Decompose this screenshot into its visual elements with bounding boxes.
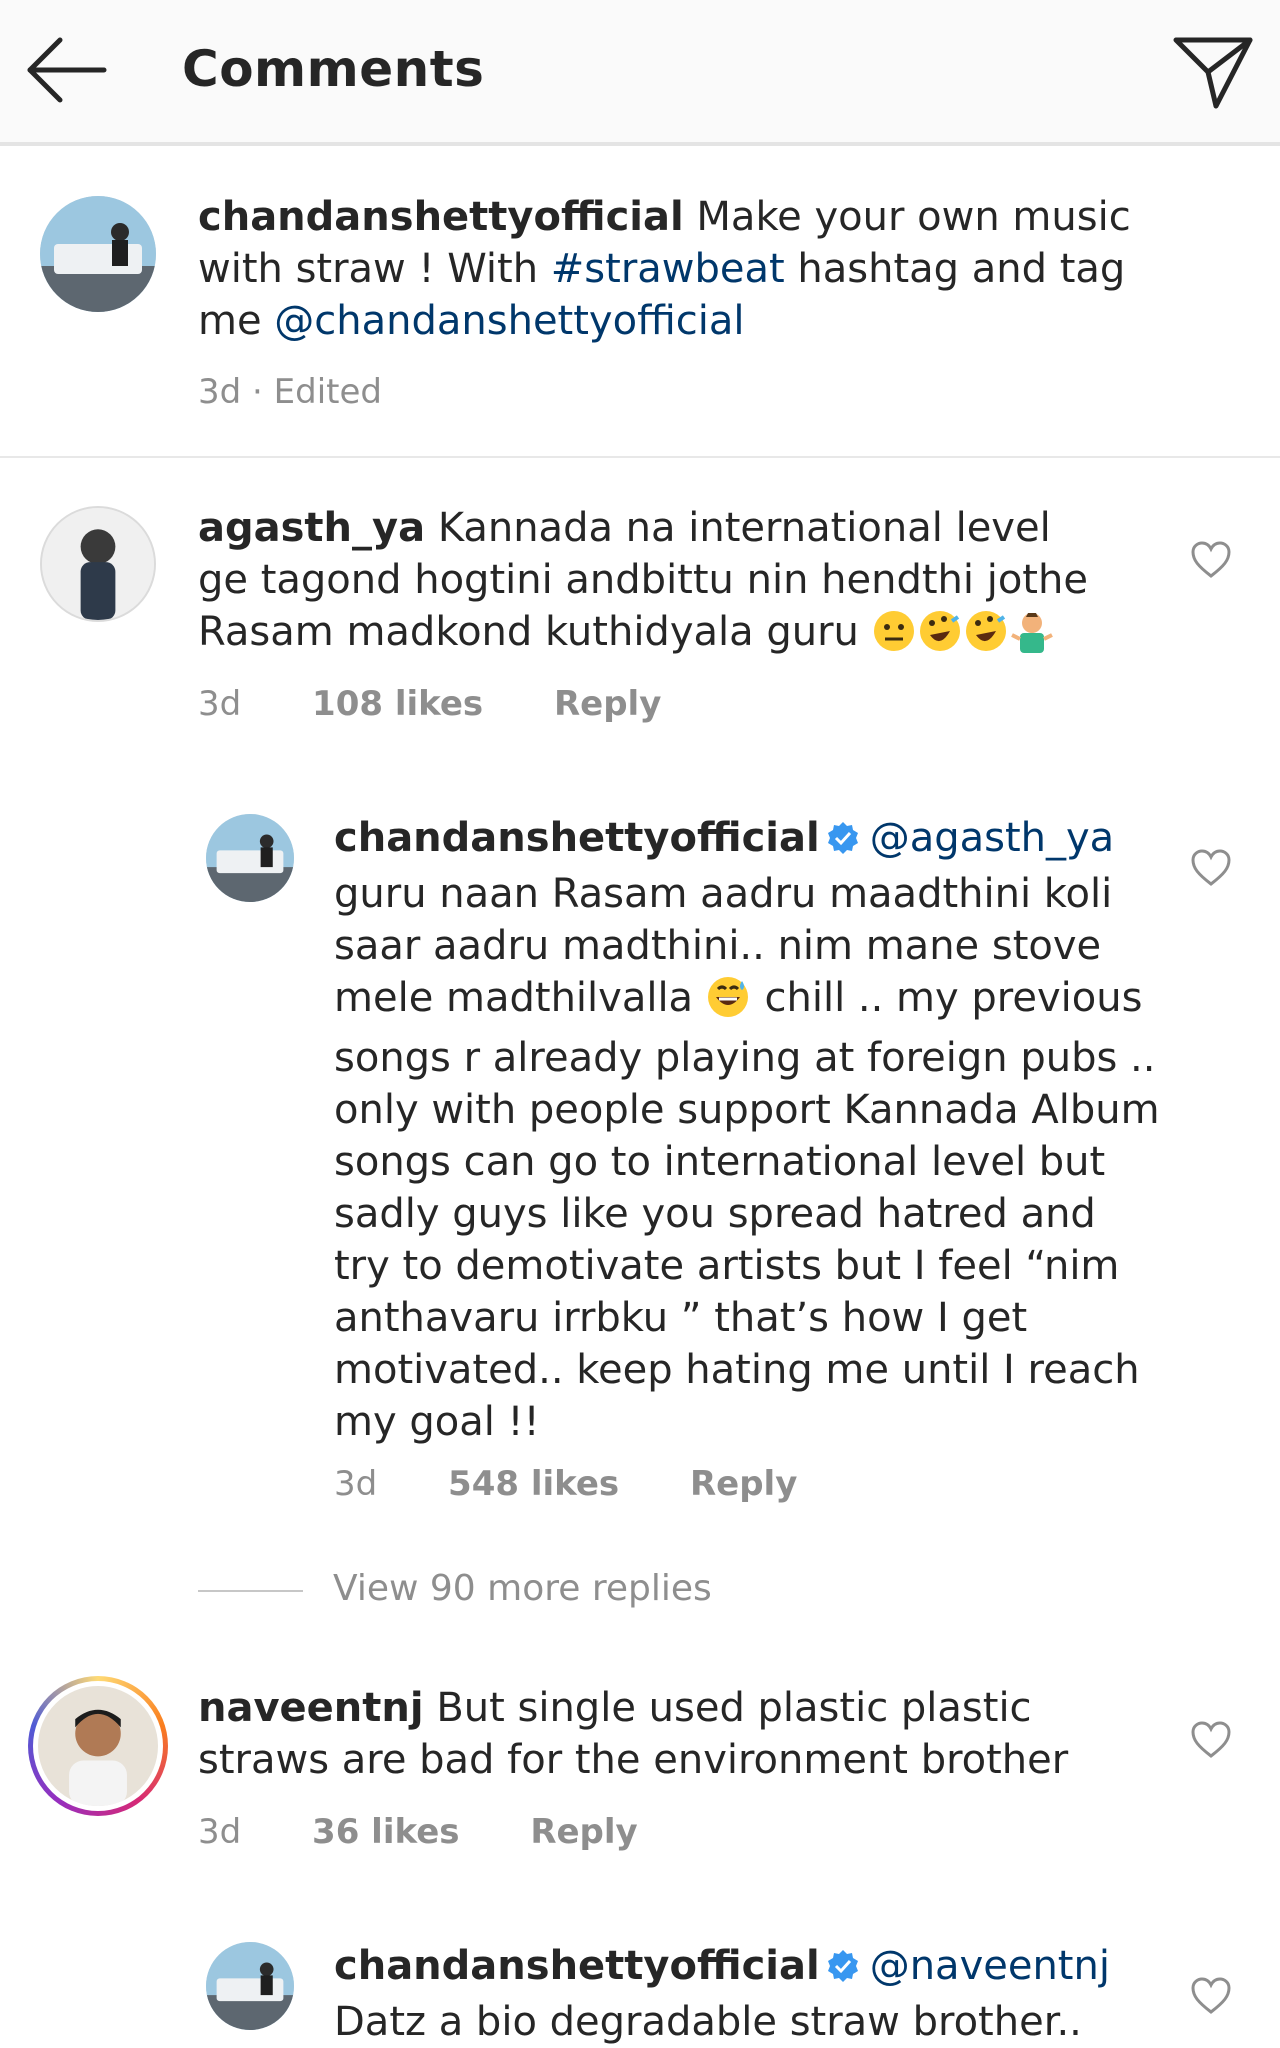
caption-text: chandanshettyofficial Make your own musi…	[198, 191, 1198, 347]
back-button[interactable]	[22, 30, 112, 110]
likes-count[interactable]: 36 likes	[312, 1812, 459, 1852]
reply-body-2: chill .. my previous songs r already pla…	[334, 975, 1160, 1445]
man-shrugging-emoji-icon	[1010, 609, 1054, 666]
mention-link[interactable]: @chandanshettyofficial	[274, 298, 744, 344]
likes-count[interactable]: 548 likes	[448, 1464, 619, 1504]
caption-username[interactable]: chandanshettyofficial	[198, 194, 684, 240]
neutral-face-emoji-icon	[872, 609, 916, 666]
hashtag-link[interactable]: #strawbeat	[551, 246, 785, 292]
grinning-sweat-emoji-icon	[706, 975, 750, 1032]
comment-meta: 3d 36 likes Reply	[198, 1812, 698, 1852]
caption-time: 3d · Edited	[198, 372, 382, 412]
avatar-image	[40, 196, 156, 312]
mention-link[interactable]: @agasth_ya	[870, 815, 1114, 861]
reply-button[interactable]: Reply	[554, 684, 661, 724]
paper-plane-icon	[1173, 37, 1253, 109]
reply-username[interactable]: chandanshettyofficial	[334, 1943, 820, 1989]
heart-icon	[1191, 1721, 1231, 1758]
reply-button[interactable]: Reply	[530, 1812, 637, 1852]
share-button[interactable]	[1168, 28, 1258, 114]
reply-time: 3d	[334, 1464, 378, 1504]
rofl-emoji-icon	[918, 609, 962, 666]
reply-button[interactable]: Reply	[690, 1464, 797, 1504]
avatar[interactable]	[40, 506, 156, 622]
avatar-image	[38, 1686, 158, 1806]
reply-text: chandanshettyofficial @naveentnj Datz a b…	[334, 1940, 1164, 2048]
divider	[0, 456, 1280, 458]
reply-body: Datz a bio degradable straw brother..	[334, 1999, 1082, 2045]
like-button[interactable]	[1190, 848, 1232, 888]
view-more-replies-button[interactable]: View 90 more replies	[333, 1568, 712, 1609]
comment-time: 3d	[198, 684, 242, 724]
likes-count[interactable]: 108 likes	[312, 684, 483, 724]
comment-username[interactable]: naveentnj	[198, 1685, 424, 1731]
heart-icon	[1191, 541, 1231, 578]
top-bar: Comments	[0, 0, 1280, 146]
avatar-image	[42, 508, 154, 620]
reply-text: chandanshettyofficial @agasth_ya guru naa…	[334, 812, 1164, 1448]
avatar-story-ring[interactable]	[28, 1676, 168, 1816]
heart-icon	[1191, 849, 1231, 886]
avatar[interactable]	[206, 814, 294, 902]
avatar-image	[206, 814, 294, 902]
comment-text: naveentnj But single used plastic plasti…	[198, 1682, 1158, 1786]
like-button[interactable]	[1190, 1976, 1232, 2016]
comment-text: agasth_ya Kannada na international level…	[198, 502, 1098, 666]
like-button[interactable]	[1190, 1720, 1232, 1760]
rofl-emoji-icon	[964, 609, 1008, 666]
comment-meta: 3d 108 likes Reply	[198, 684, 721, 724]
page-title: Comments	[182, 40, 485, 98]
reply-username[interactable]: chandanshettyofficial	[334, 815, 820, 861]
avatar-image	[206, 1942, 294, 2030]
arrow-left-icon	[27, 37, 107, 103]
comment-username[interactable]: agasth_ya	[198, 505, 425, 551]
verified-badge-icon	[826, 1944, 860, 1996]
heart-icon	[1191, 1977, 1231, 2014]
verified-badge-icon	[826, 816, 860, 868]
avatar[interactable]	[206, 1942, 294, 2030]
like-button[interactable]	[1190, 540, 1232, 580]
divider	[198, 1590, 303, 1592]
avatar[interactable]	[40, 196, 156, 312]
comment-time: 3d	[198, 1812, 242, 1852]
mention-link[interactable]: @naveentnj	[870, 1943, 1110, 1989]
reply-meta: 3d 548 likes Reply	[334, 1464, 857, 1504]
